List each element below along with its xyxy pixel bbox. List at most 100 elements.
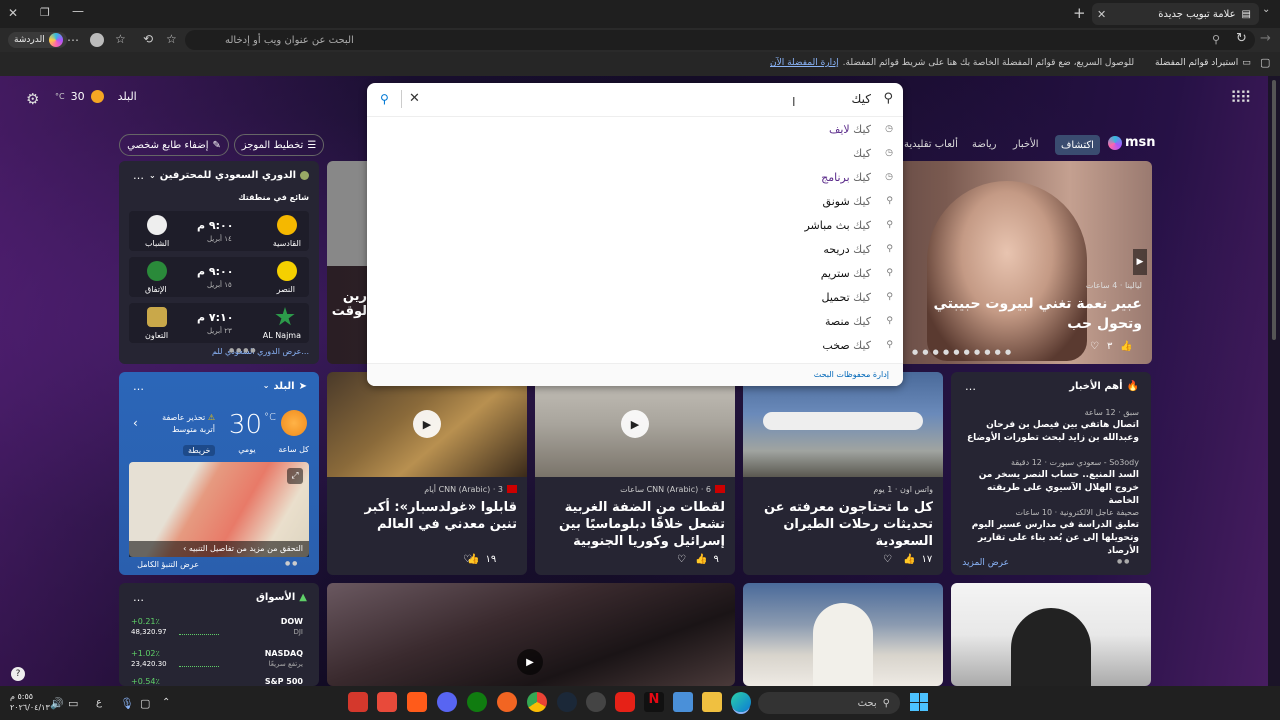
news-card[interactable]: واتس اون · 1 يوم كل ما تحتاجون معرفته عن… [743,372,943,575]
taskbar-app-icon[interactable] [348,692,368,712]
play-icon[interactable]: ▶ [413,410,441,438]
weather-tab-hourly[interactable]: كل ساعة [278,445,309,456]
back-icon[interactable]: → [1260,31,1271,46]
match-row[interactable]: القادسية ٩:٠٠ م ١٤ أبريل الشباب [129,211,309,251]
steam-icon[interactable] [557,692,577,712]
network-icon[interactable]: ▭ [68,697,78,710]
taskbar-search[interactable]: بحث ⚲ [758,692,900,714]
dislike-icon[interactable]: ♡ [463,554,472,565]
dislike-icon[interactable]: ♡ [677,554,686,565]
market-row[interactable]: S&P 500 +0.54٪ [129,677,309,686]
top-news-headline[interactable]: السد المنيع.. حساب النصر يسخر من خروج ال… [959,469,1139,508]
volume-icon[interactable]: 🔊 [50,697,64,710]
like-icon[interactable]: 👍 [903,554,915,565]
discord-icon[interactable] [437,692,457,712]
weather-pager-dots[interactable]: ● ● [285,560,297,567]
clear-search-icon[interactable]: ✕ [409,91,420,106]
browser-tab[interactable]: علامة تبويب جديدة ▤ [1092,3,1259,25]
dislike-icon[interactable]: ♡ [1090,341,1099,352]
market-row[interactable]: NASDAQ يرتفع سريعًا +1.02٪ 23,420.30 [129,647,309,673]
xbox-icon[interactable] [467,692,487,712]
taskbar-app-icon[interactable] [377,692,397,712]
suggestion-item[interactable]: ⚲ كيك شونق [823,189,893,213]
news-title[interactable]: لقطات من الضفة الغربية تشعل خلافًا دبلوم… [540,499,725,550]
tab-sports[interactable]: رياضة [972,139,997,150]
favorites-folder-icon[interactable]: ▢ [1260,56,1270,69]
store-icon[interactable] [673,692,693,712]
windows-start-icon[interactable] [910,693,928,711]
suggestion-item[interactable]: ◷ كيك [853,141,893,165]
news-title[interactable]: قابلوا «غولدسبار»: أكبر تنين معدني في ال… [337,499,517,533]
apps-grid-icon[interactable]: ⠿⠿ [1230,88,1251,107]
tab-discover[interactable]: اكتشاف [1055,135,1100,155]
input-language[interactable]: ع [96,697,102,708]
msn-logo[interactable]: msn [1108,135,1156,150]
top-news-headline[interactable]: تعليق الدراسة في مدارس عسير اليوم وتحويل… [959,519,1139,558]
tab-list-chevron-icon[interactable]: ⌄ [1262,4,1270,15]
news-card[interactable]: ▶ CNN (Arabic) · 3 أيام قابلوا «غولدسبار… [327,372,527,575]
bing-search-icon[interactable]: ⚲ [380,92,389,106]
brave-browser-icon[interactable] [407,692,427,712]
play-icon[interactable]: ▶ [517,649,543,675]
file-explorer-icon[interactable] [702,692,722,712]
close-window-icon[interactable]: ✕ [8,6,18,20]
tab-close-icon[interactable]: ✕ [1097,8,1106,21]
top-news-more-icon[interactable]: … [965,380,976,393]
expand-map-icon[interactable]: ⤢ [287,468,303,484]
netflix-icon[interactable]: N [644,692,664,712]
settings-gear-icon[interactable]: ⚙ [26,90,39,108]
like-icon[interactable]: 👍 [1120,341,1132,352]
chrome-icon[interactable] [527,692,547,712]
tab-casual-games[interactable]: ألعاب تقليدية [904,139,958,150]
suggestion-item[interactable]: ⚲ كيك صخب [822,333,893,357]
video-card[interactable]: ▶ [327,583,735,686]
profile-avatar[interactable] [90,33,104,47]
copilot-button[interactable]: الدردشة [8,32,67,48]
add-favorite-star-icon[interactable]: ☆ [166,32,177,46]
personalize-button[interactable]: ✎ إضفاء طابع شخصي [119,134,229,156]
map-alert-details-link[interactable]: التحقق من مزيد من تفاصيل التنبيه › [129,541,309,557]
tray-overflow-chevron-icon[interactable]: ⌃ [162,697,170,708]
news-title[interactable]: كل ما تحتاجون معرفته عن تحديثات رحلات ال… [748,499,933,550]
taskbar-clock[interactable]: ٥:٥٥ م ٢٠٢٦/٠٤/١٣ [10,691,50,713]
match-row[interactable]: AL Najma ٧:١٠ م ٢٣ أبريل التعاون [129,303,309,343]
extensions-icon[interactable]: ⟲ [143,32,153,46]
hero-pager-dots[interactable]: ● ● ● ● ● ● ● ● ● ● [912,348,1012,356]
top-news-item[interactable]: So3ody - سعودي سبورت · 12 دقيقة السد الم… [959,458,1139,508]
suggestion-item[interactable]: ◷ كيك برنامج [821,165,893,189]
sports-more-link[interactable]: عرض الدوري السعودي للم... [212,347,309,356]
minimize-window-icon[interactable]: — [72,4,84,18]
weather-full-forecast-link[interactable]: عرض التنبؤ الكامل [137,560,199,569]
suggestion-item[interactable]: ⚲ كيك ستريم [821,261,893,285]
top-news-headline[interactable]: اتصال هاتفي بين فيصل بن فرحان وعبدالله ب… [959,419,1139,445]
import-favorites-button[interactable]: ▭ استيراد قوائم المفضلة [1155,58,1251,68]
suggestion-item[interactable]: ◷ كيك لايف [829,117,893,141]
search-input[interactable]: كيك [852,92,871,106]
weather-location[interactable]: ➤ البلد ⌄ [263,381,307,392]
taskbar-app-icon[interactable] [586,692,606,712]
weather-tab-daily[interactable]: يومي [238,445,255,456]
search-box[interactable]: ⚲ ✕ كيك ⚲ [367,83,903,117]
weather-prev-chevron-icon[interactable]: ‹ [133,416,138,430]
feed-layout-button[interactable]: ☰ تخطيط الموجز [234,134,324,156]
scrollbar-thumb[interactable] [1272,80,1276,340]
favorites-icon[interactable]: ☆ [115,32,126,46]
suggestion-item[interactable]: ⚲ كيك تحميل [822,285,894,309]
tab-news[interactable]: الأخبار [1013,139,1039,150]
top-news-more-link[interactable]: عرض المزيد [962,558,1009,568]
play-icon[interactable]: ▶ [621,410,649,438]
microphone-icon[interactable]: 🎙 [120,697,134,710]
hero-next-chevron-icon[interactable]: ▶ [1133,249,1147,275]
like-icon[interactable]: 👍 [695,554,707,565]
weather-map-image[interactable]: ⤢ التحقق من مزيد من تفاصيل التنبيه › [129,462,309,557]
edge-icon[interactable] [731,692,751,712]
markets-more-icon[interactable]: … [133,591,144,604]
top-news-item[interactable]: سبق · 12 ساعة اتصال هاتفي بين فيصل بن فر… [959,408,1139,445]
hero-title[interactable]: عبير نعمة تغني لبيروت حبيبتي وتحول حب [897,294,1142,334]
market-row[interactable]: DOW DJI +0.21٪ 48,320.97 [129,615,309,641]
soundcloud-icon[interactable] [497,692,517,712]
refresh-icon[interactable]: ↻ [1236,31,1247,46]
restore-window-icon[interactable]: ❐ [40,6,50,19]
image-card[interactable] [743,583,943,686]
news-card[interactable]: ▶ CNN (Arabic) · 6 ساعات لقطات من الضفة … [535,372,735,575]
